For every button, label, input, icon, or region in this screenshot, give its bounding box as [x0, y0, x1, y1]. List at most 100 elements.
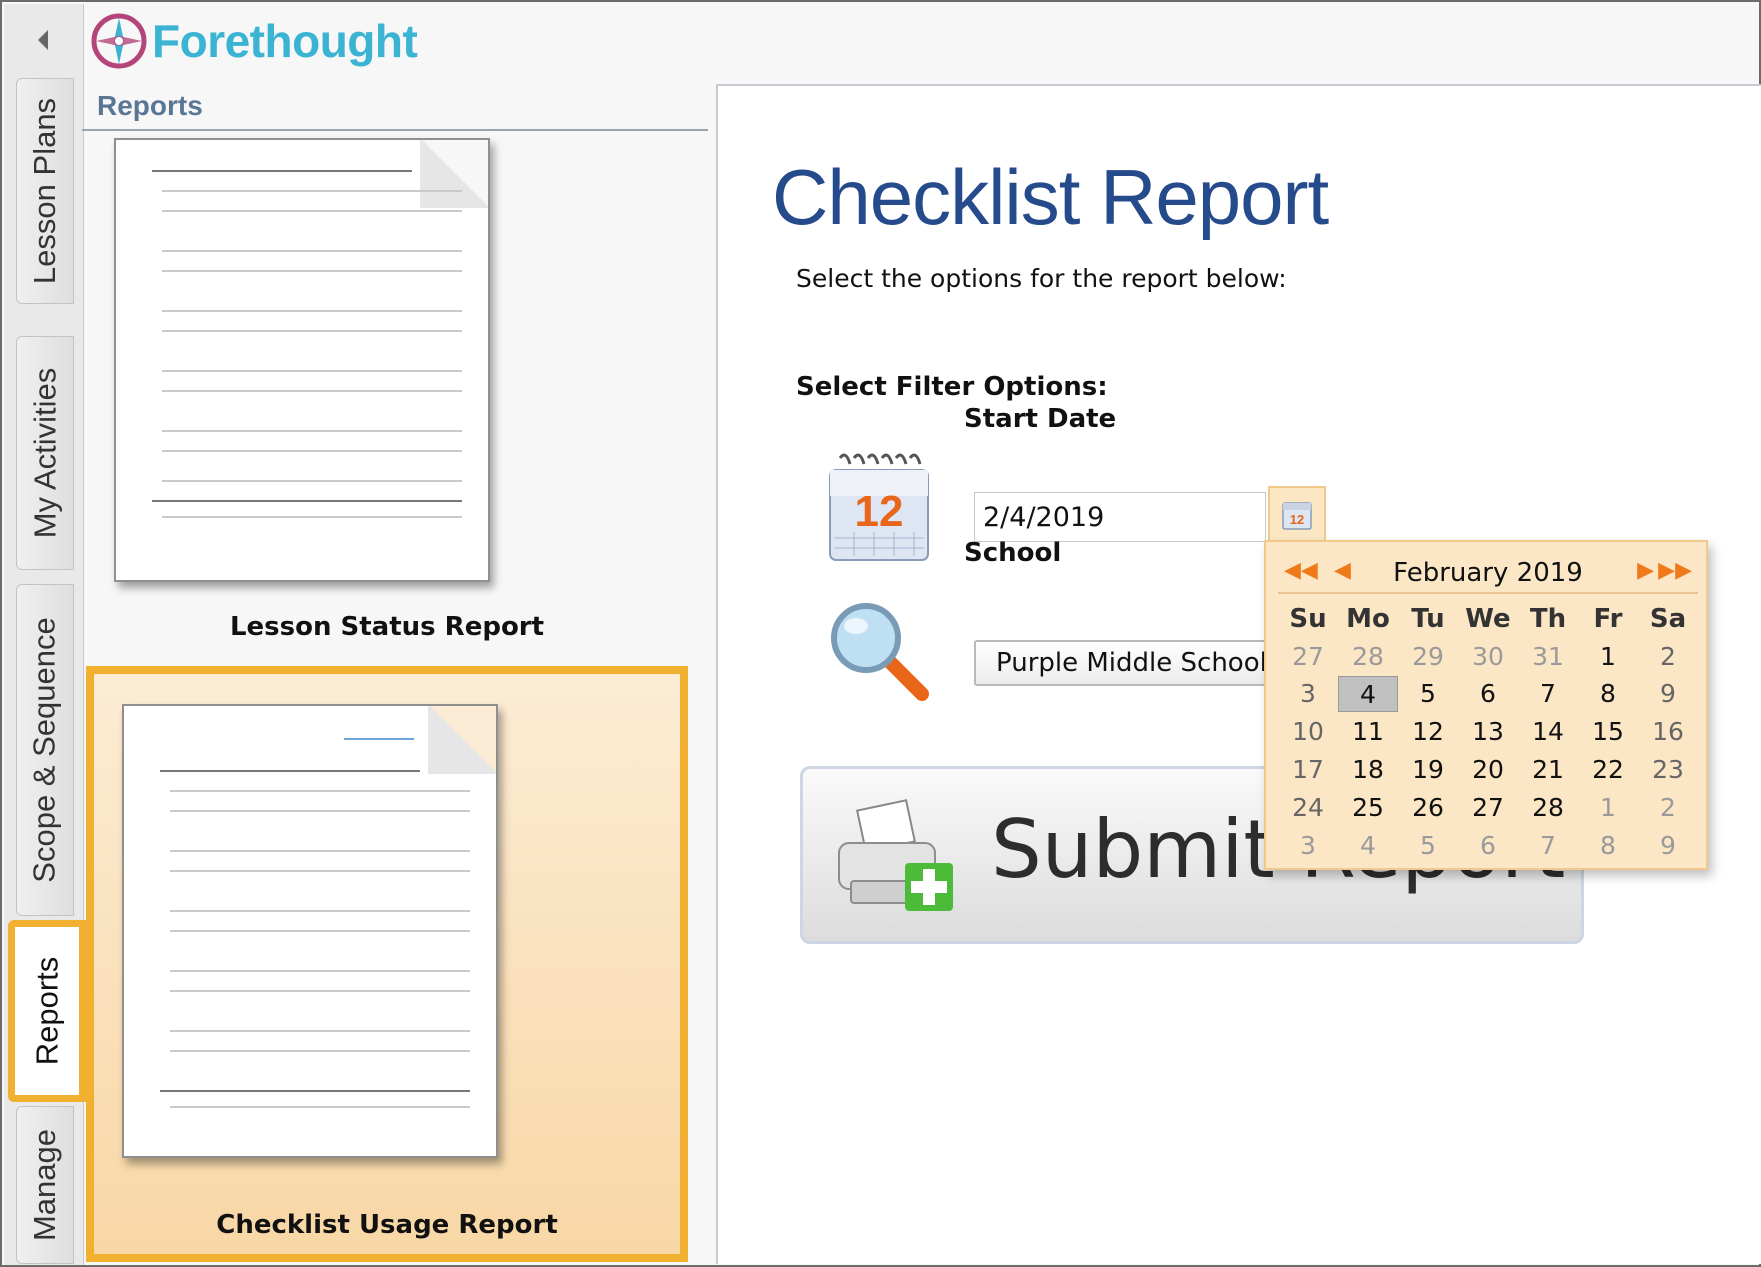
calendar-day[interactable]: 30	[1458, 639, 1518, 675]
calendar-day[interactable]: 18	[1338, 752, 1398, 788]
report-card-checklist-usage[interactable]: Checklist Usage Report	[86, 666, 688, 1262]
vertical-tab-strip: Lesson Plans My Activities Scope & Seque…	[4, 4, 86, 1265]
tab-manage[interactable]: Manage	[16, 1106, 74, 1264]
weekday-label: Sa	[1649, 603, 1687, 634]
weekday-label: Fr	[1593, 603, 1623, 634]
tab-my-activities[interactable]: My Activities	[16, 336, 74, 570]
report-thumbnail	[122, 704, 498, 1158]
tab-label: My Activities	[27, 367, 62, 539]
calendar-day[interactable]: 26	[1398, 790, 1458, 826]
calendar-day[interactable]: 2	[1638, 639, 1698, 675]
next-month-icon[interactable]: ▶	[1637, 560, 1654, 582]
report-card-lesson-status[interactable]: Lesson Status Report	[86, 138, 688, 658]
tab-scope-sequence[interactable]: Scope & Sequence	[16, 584, 74, 916]
calendar-day[interactable]: 13	[1458, 714, 1518, 750]
calendar-grid: Su Mo Tu We Th Fr Sa 27 28 29 30 31 1 2 …	[1278, 600, 1698, 865]
calendar-day-selected[interactable]: 4	[1338, 676, 1398, 713]
calendar-day[interactable]: 5	[1398, 828, 1458, 864]
calendar-day[interactable]: 25	[1338, 790, 1398, 826]
calendar-day[interactable]: 6	[1458, 676, 1518, 712]
calendar-day[interactable]: 28	[1518, 790, 1578, 826]
calendar-header: ◀◀ ◀ February 2019 ▶ ▶▶	[1278, 556, 1698, 594]
calendar-day[interactable]: 9	[1638, 828, 1698, 864]
calendar-day[interactable]: 8	[1578, 676, 1638, 712]
calendar-day[interactable]: 23	[1638, 752, 1698, 788]
calendar-day[interactable]: 14	[1518, 714, 1578, 750]
weekday-label: Su	[1289, 603, 1327, 634]
calendar-day[interactable]: 4	[1338, 828, 1398, 864]
page-fold	[428, 706, 496, 774]
calendar-day[interactable]: 21	[1518, 752, 1578, 788]
instruction-text: Select the options for the report below:	[796, 264, 1287, 293]
calendar-day[interactable]: 24	[1278, 790, 1338, 826]
report-thumbnail	[114, 138, 490, 582]
report-card-label: Checklist Usage Report	[216, 1210, 558, 1240]
date-picker-popup: ◀◀ ◀ February 2019 ▶ ▶▶ Su Mo Tu We Th F…	[1264, 540, 1708, 870]
calendar-day[interactable]: 12	[1398, 714, 1458, 750]
calendar-day[interactable]: 1	[1578, 639, 1638, 675]
next-year-icon[interactable]: ▶▶	[1658, 560, 1692, 582]
forethought-logo: Forethought	[88, 10, 418, 72]
calendar-week-row: 27 28 29 30 31 1 2	[1278, 638, 1698, 676]
tab-label: Lesson Plans	[27, 97, 62, 285]
calendar-day[interactable]: 3	[1278, 828, 1338, 864]
calendar-day[interactable]: 19	[1398, 752, 1458, 788]
filter-options-heading: Select Filter Options:	[796, 372, 1108, 402]
calendar-day[interactable]: 5	[1398, 676, 1458, 712]
calendar-day[interactable]: 8	[1578, 828, 1638, 864]
calendar-day[interactable]: 22	[1578, 752, 1638, 788]
calendar-day[interactable]: 27	[1458, 790, 1518, 826]
start-date-label: Start Date	[964, 404, 1117, 434]
calendar-week-row: 3 4 5 6 7 8 9	[1278, 827, 1698, 865]
calendar-week-row: 17 18 19 20 21 22 23	[1278, 751, 1698, 789]
calendar-day[interactable]: 15	[1578, 714, 1638, 750]
calendar-week-row: 10 11 12 13 14 15 16	[1278, 713, 1698, 751]
calendar-icon: 12	[829, 453, 929, 561]
calendar-day[interactable]: 3	[1278, 676, 1338, 712]
calendar-week-row: 3 4 5 6 7 8 9	[1278, 676, 1698, 714]
calendar-day[interactable]: 1	[1578, 790, 1638, 826]
weekday-label: Mo	[1346, 603, 1390, 634]
calendar-day[interactable]: 11	[1338, 714, 1398, 750]
school-selected-value: Purple Middle School	[996, 648, 1267, 678]
date-picker-button[interactable]: 12	[1268, 486, 1326, 542]
school-label: School	[964, 538, 1062, 568]
calendar-day[interactable]: 31	[1518, 639, 1578, 675]
calendar-day[interactable]: 7	[1518, 676, 1578, 712]
start-date-input[interactable]	[974, 492, 1266, 542]
reports-panel-title: Reports	[97, 90, 203, 121]
calendar-day[interactable]: 28	[1338, 639, 1398, 675]
calendar-day[interactable]: 6	[1458, 828, 1518, 864]
tab-label: Scope & Sequence	[27, 617, 62, 883]
panel-divider	[82, 129, 708, 131]
tab-label: Reports	[29, 956, 65, 1066]
calendar-day[interactable]: 20	[1458, 752, 1518, 788]
calendar-day[interactable]: 29	[1398, 639, 1458, 675]
weekday-header-row: Su Mo Tu We Th Fr Sa	[1278, 600, 1698, 638]
app-window: Lesson Plans My Activities Scope & Seque…	[0, 0, 1761, 1267]
calendar-week-row: 24 25 26 27 28 1 2	[1278, 789, 1698, 827]
collapse-arrow-icon[interactable]	[38, 30, 48, 50]
calendar-small-icon: 12	[1282, 502, 1312, 530]
calendar-day[interactable]: 7	[1518, 828, 1578, 864]
tab-lesson-plans[interactable]: Lesson Plans	[16, 78, 74, 304]
brand-name: Forethought	[152, 15, 418, 67]
weekday-label: Tu	[1411, 603, 1445, 634]
printer-icon	[838, 799, 953, 911]
school-select[interactable]: Purple Middle School	[974, 640, 1274, 686]
calendar-day[interactable]: 17	[1278, 752, 1338, 788]
magnifier-icon	[831, 603, 929, 701]
tab-label: Manage	[27, 1128, 62, 1242]
page-fold	[420, 140, 488, 208]
weekday-label: We	[1465, 603, 1511, 634]
calendar-day[interactable]: 16	[1638, 714, 1698, 750]
svg-text:12: 12	[855, 487, 904, 536]
tab-reports[interactable]: Reports	[8, 920, 86, 1102]
report-card-label: Lesson Status Report	[229, 612, 545, 642]
calendar-day[interactable]: 27	[1278, 639, 1338, 675]
compass-logo-icon	[91, 13, 147, 69]
calendar-day[interactable]: 9	[1638, 676, 1698, 712]
calendar-day[interactable]: 10	[1278, 714, 1338, 750]
calendar-day[interactable]: 2	[1638, 790, 1698, 826]
calendar-month-title[interactable]: February 2019	[1278, 558, 1698, 588]
